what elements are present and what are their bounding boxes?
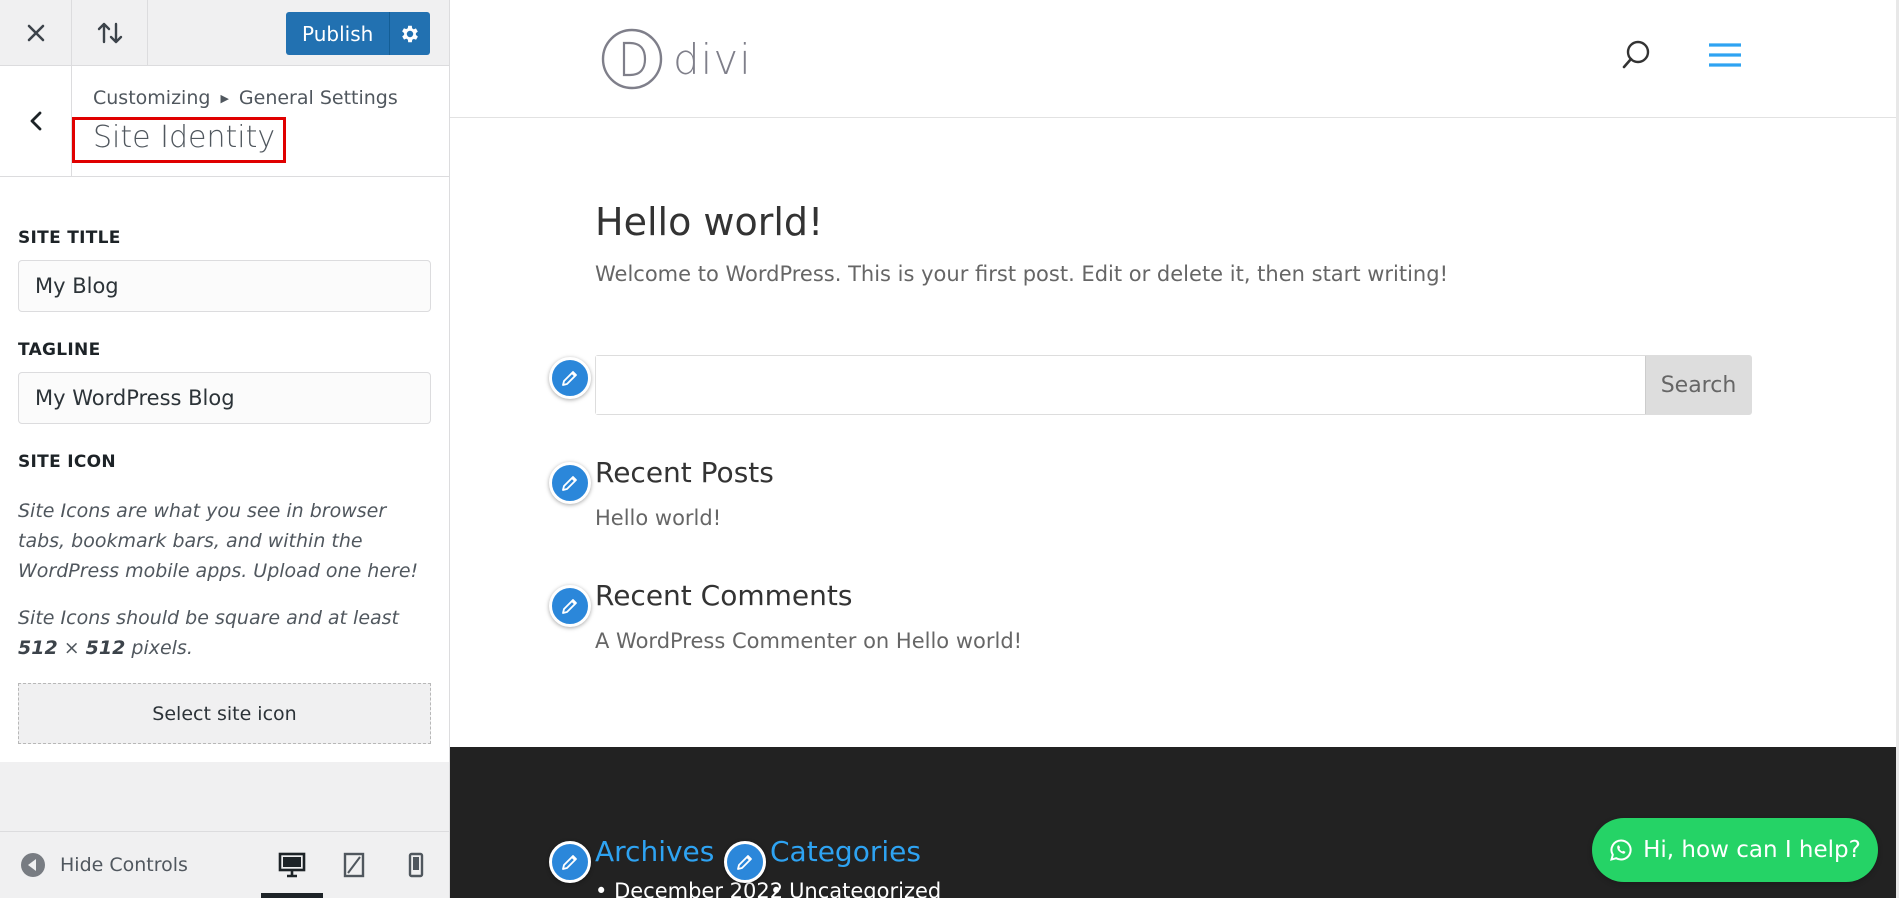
select-site-icon-button[interactable]: Select site icon bbox=[18, 683, 431, 744]
header-search-button[interactable] bbox=[1621, 39, 1651, 75]
breadcrumb: Customizing ▶ General Settings bbox=[93, 87, 398, 109]
whatsapp-icon bbox=[1610, 839, 1632, 861]
publish-settings-button[interactable] bbox=[390, 12, 431, 55]
post-excerpt: Welcome to WordPress. This is your first… bbox=[595, 262, 1448, 286]
edit-recent-posts-button[interactable] bbox=[549, 462, 591, 504]
customizer-sidebar: Publish Customizing ▶ General Settings S… bbox=[0, 0, 450, 898]
size-note-times: × bbox=[57, 637, 86, 659]
hamburger-menu-icon bbox=[1709, 43, 1741, 67]
hide-controls-label: Hide Controls bbox=[60, 854, 188, 876]
archives-title: Archives bbox=[595, 835, 715, 868]
back-button[interactable] bbox=[0, 66, 72, 176]
breadcrumb-separator-icon: ▶ bbox=[220, 91, 229, 105]
pencil-icon bbox=[562, 476, 577, 491]
reorder-button[interactable] bbox=[72, 0, 148, 65]
site-icon-size-note: Site Icons should be square and at least… bbox=[18, 603, 433, 663]
edit-categories-button[interactable] bbox=[724, 841, 766, 883]
search-input[interactable] bbox=[596, 356, 1645, 414]
pencil-icon bbox=[562, 599, 577, 614]
recent-comments-title: Recent Comments bbox=[595, 579, 853, 612]
size-note-width: 512 bbox=[18, 637, 58, 659]
breadcrumb-parent: General Settings bbox=[238, 87, 398, 109]
site-title-input[interactable]: My Blog bbox=[18, 260, 431, 312]
gear-icon bbox=[402, 25, 419, 42]
collapse-arrow-icon bbox=[21, 853, 45, 877]
highlight-box bbox=[72, 117, 286, 163]
tablet-icon bbox=[343, 852, 365, 878]
site-header: divi bbox=[450, 0, 1896, 118]
whatsapp-chat-button[interactable]: Hi, how can I help? bbox=[1592, 818, 1878, 882]
recent-comment-item: A WordPress Commenter on Hello world! bbox=[595, 629, 1022, 653]
close-customizer-button[interactable] bbox=[0, 0, 72, 65]
publish-button[interactable]: Publish bbox=[286, 12, 391, 55]
edit-archives-button[interactable] bbox=[549, 841, 591, 883]
search-icon bbox=[1622, 40, 1650, 69]
comment-post-link[interactable]: Hello world! bbox=[896, 629, 1022, 653]
post-title[interactable]: Hello world! bbox=[595, 200, 823, 244]
pencil-icon bbox=[562, 855, 577, 870]
pencil-icon bbox=[737, 855, 752, 870]
preview-tablet-button[interactable] bbox=[323, 832, 385, 898]
search-submit-button[interactable]: Search bbox=[1645, 356, 1751, 414]
archives-item[interactable]: • December 2022 bbox=[595, 879, 783, 898]
chevron-left-icon bbox=[30, 111, 41, 131]
mobile-icon bbox=[408, 852, 424, 878]
edit-search-widget-button[interactable] bbox=[549, 357, 591, 399]
site-icon-label: SITE ICON bbox=[18, 452, 116, 472]
comment-on-text: on bbox=[856, 629, 896, 653]
hide-controls-button[interactable]: Hide Controls bbox=[20, 832, 188, 898]
divi-logo-icon bbox=[601, 28, 663, 90]
archives-item-label: December 2022 bbox=[614, 879, 784, 898]
up-down-arrows-icon bbox=[97, 22, 122, 43]
categories-title: Categories bbox=[770, 835, 921, 868]
customizer-topbar: Publish bbox=[0, 0, 449, 66]
size-note-suffix: pixels. bbox=[125, 637, 193, 659]
chat-label: Hi, how can I help? bbox=[1643, 837, 1861, 863]
categories-item[interactable]: • Uncategorized bbox=[770, 879, 941, 898]
size-note-prefix: Site Icons should be square and at least bbox=[18, 607, 400, 629]
recent-posts-title: Recent Posts bbox=[595, 456, 774, 489]
categories-item-label: Uncategorized bbox=[789, 879, 942, 898]
site-preview: divi Hello world! Welcome to WordPress. … bbox=[450, 0, 1899, 898]
mobile-menu-button[interactable] bbox=[1708, 42, 1742, 72]
search-widget: Search bbox=[595, 355, 1752, 415]
tagline-label: TAGLINE bbox=[18, 340, 101, 360]
breadcrumb-root: Customizing bbox=[93, 87, 211, 109]
preview-desktop-button[interactable] bbox=[261, 832, 323, 898]
size-note-height: 512 bbox=[85, 637, 126, 659]
site-icon-description: Site Icons are what you see in browser t… bbox=[18, 500, 419, 582]
logo-text: divi bbox=[673, 34, 752, 84]
site-title-label: SITE TITLE bbox=[18, 228, 121, 248]
pencil-icon bbox=[562, 371, 577, 386]
publish-group: Publish bbox=[286, 12, 431, 55]
site-logo[interactable]: divi bbox=[599, 28, 752, 90]
close-icon bbox=[27, 24, 44, 41]
recent-post-link[interactable]: Hello world! bbox=[595, 506, 721, 530]
comment-author-link[interactable]: A WordPress Commenter bbox=[595, 629, 856, 653]
customizer-footer: Hide Controls bbox=[0, 831, 449, 898]
site-identity-controls: SITE TITLE My Blog TAGLINE My WordPress … bbox=[0, 177, 449, 762]
desktop-icon bbox=[278, 852, 306, 878]
preview-mobile-button[interactable] bbox=[385, 832, 447, 898]
tagline-input[interactable]: My WordPress Blog bbox=[18, 372, 431, 424]
edit-recent-comments-button[interactable] bbox=[549, 585, 591, 627]
